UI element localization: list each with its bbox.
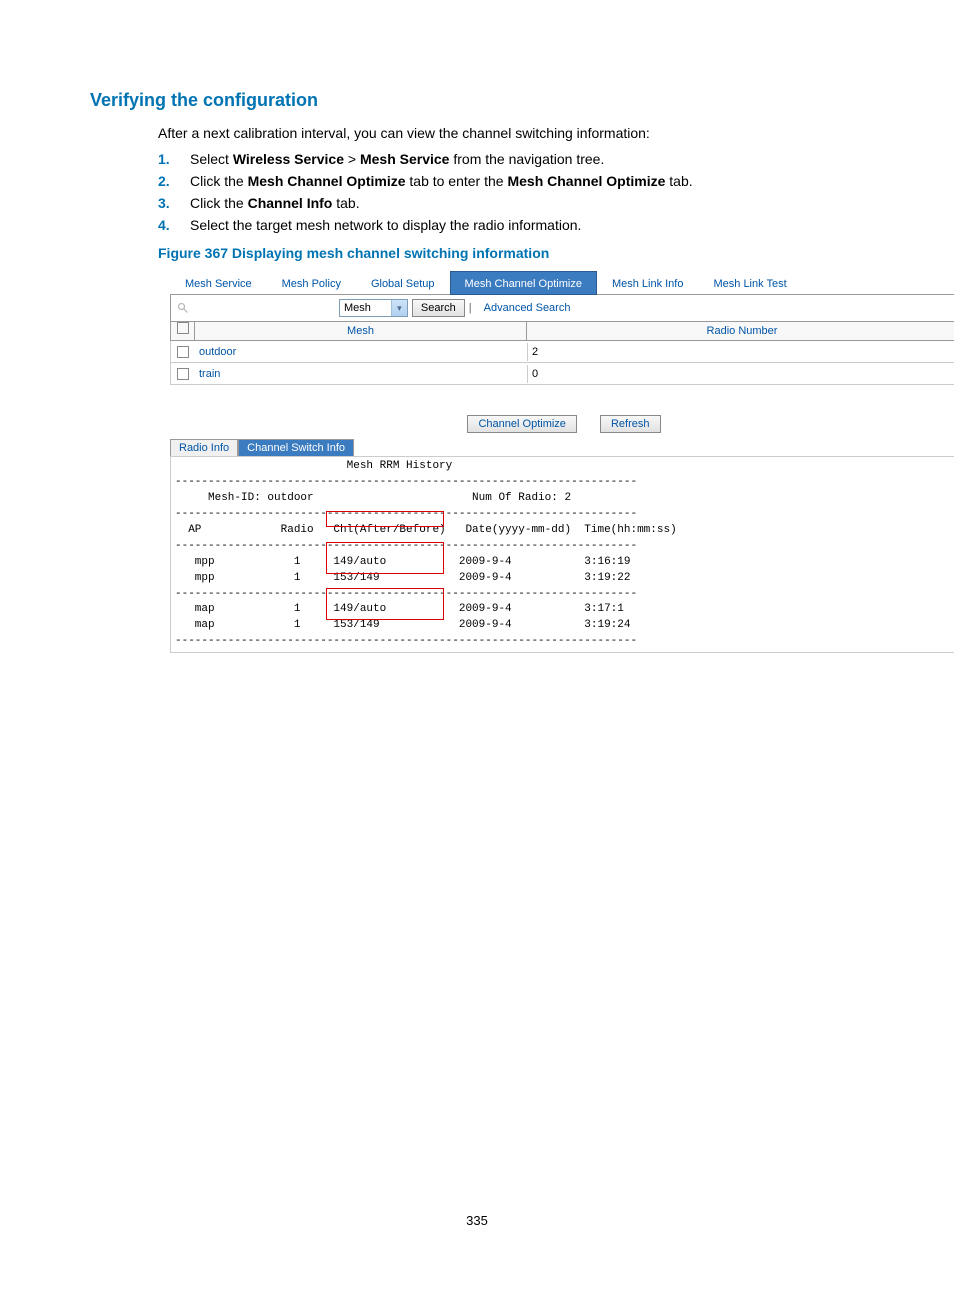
row-checkbox[interactable] — [177, 368, 189, 380]
screenshot-panel: Mesh Service Mesh Policy Global Setup Me… — [170, 271, 954, 653]
action-bar: Channel Optimize Refresh — [170, 385, 954, 439]
mesh-name-cell: outdoor — [195, 343, 527, 361]
step-text: Select the target mesh network to displa… — [190, 217, 864, 233]
row-checkbox[interactable] — [177, 346, 189, 358]
figure-caption: Figure 367 Displaying mesh channel switc… — [158, 245, 864, 261]
select-all-checkbox[interactable] — [177, 322, 189, 334]
tab-mesh-channel-optimize[interactable]: Mesh Channel Optimize — [450, 271, 597, 295]
sub-tab-bar: Radio Info Channel Switch Info — [170, 439, 954, 456]
step-text: Select Wireless Service > Mesh Service f… — [190, 151, 864, 167]
grid-header: Mesh Radio Number — [170, 322, 954, 341]
step-num: 2. — [158, 173, 190, 189]
tab-mesh-link-test[interactable]: Mesh Link Test — [698, 271, 801, 295]
step-num: 3. — [158, 195, 190, 211]
section-title: Verifying the configuration — [90, 90, 864, 111]
highlight-box-2 — [326, 542, 444, 574]
mesh-name-cell: train — [195, 365, 527, 383]
step-num: 1. — [158, 151, 190, 167]
search-input[interactable] — [193, 299, 335, 317]
table-row[interactable]: train 0 — [170, 363, 954, 385]
page-number: 335 — [90, 1213, 864, 1228]
tab-global-setup[interactable]: Global Setup — [356, 271, 450, 295]
tab-mesh-policy[interactable]: Mesh Policy — [267, 271, 356, 295]
search-type-select[interactable]: Mesh ▾ — [339, 299, 408, 317]
highlight-box-1 — [326, 511, 444, 527]
history-container: Mesh RRM History -----------------------… — [170, 456, 954, 653]
highlight-box-3 — [326, 588, 444, 620]
tab-mesh-service[interactable]: Mesh Service — [170, 271, 267, 295]
search-bar: Mesh ▾ Search | Advanced Search — [170, 295, 954, 322]
advanced-search-link[interactable]: Advanced Search — [480, 302, 571, 314]
chevron-down-icon: ▾ — [391, 300, 407, 316]
mesh-rrm-history: Mesh RRM History -----------------------… — [170, 456, 954, 653]
channel-optimize-button[interactable]: Channel Optimize — [467, 415, 576, 433]
radio-number-cell: 2 — [527, 343, 954, 361]
intro-text: After a next calibration interval, you c… — [158, 125, 864, 141]
step-num: 4. — [158, 217, 190, 233]
step-list: 1.Select Wireless Service > Mesh Service… — [158, 151, 864, 233]
refresh-button[interactable]: Refresh — [600, 415, 661, 433]
select-value: Mesh — [340, 302, 391, 314]
search-icon — [177, 302, 189, 314]
col-header-radio[interactable]: Radio Number — [527, 322, 954, 340]
search-button[interactable]: Search — [412, 299, 465, 317]
step-text: Click the Mesh Channel Optimize tab to e… — [190, 173, 864, 189]
step-text: Click the Channel Info tab. — [190, 195, 864, 211]
main-tab-bar: Mesh Service Mesh Policy Global Setup Me… — [170, 271, 954, 295]
tab-mesh-link-info[interactable]: Mesh Link Info — [597, 271, 699, 295]
radio-number-cell: 0 — [527, 365, 954, 383]
table-row[interactable]: outdoor 2 — [170, 341, 954, 363]
col-header-mesh[interactable]: Mesh — [195, 322, 527, 340]
sub-tab-radio-info[interactable]: Radio Info — [170, 439, 238, 456]
sub-tab-channel-switch-info[interactable]: Channel Switch Info — [238, 439, 354, 456]
